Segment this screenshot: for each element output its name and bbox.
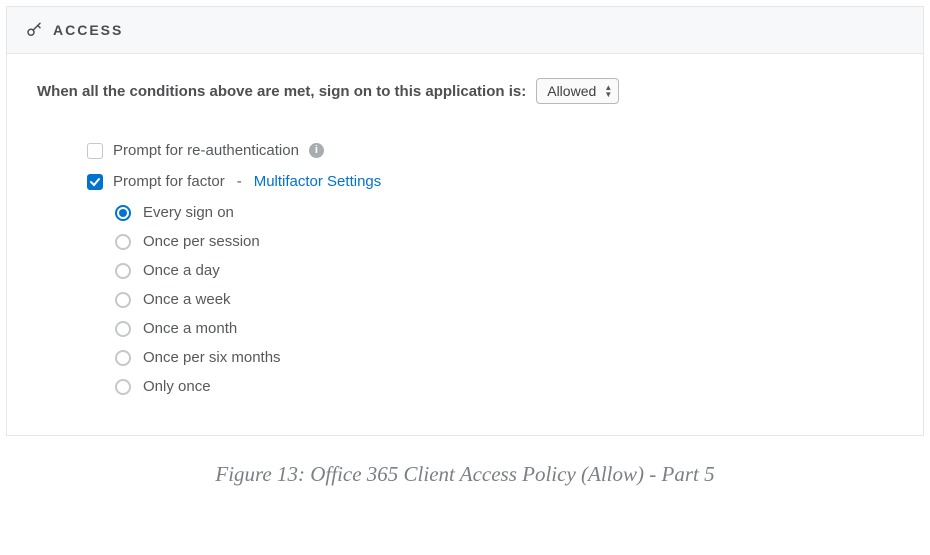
reauth-label: Prompt for re-authentication (113, 142, 299, 159)
reauth-checkbox[interactable] (87, 143, 103, 159)
radio-label: Only once (143, 378, 211, 395)
radio-once-a-week: Once a week (115, 291, 899, 308)
radio-once-per-six-months: Once per six months (115, 349, 899, 366)
radio-label: Once per six months (143, 349, 281, 366)
reauth-row: Prompt for re-authentication i (87, 142, 899, 159)
options-block: Prompt for re-authentication i Prompt fo… (37, 142, 899, 395)
panel-title: ACCESS (53, 22, 123, 38)
signon-label: When all the conditions above are met, s… (37, 83, 526, 100)
radio-input-once-a-week[interactable] (115, 292, 131, 308)
radio-label: Once a day (143, 262, 220, 279)
radio-input-every-sign-on[interactable] (115, 205, 131, 221)
factor-frequency-radios: Every sign on Once per session Once a da… (87, 204, 899, 395)
factor-label: Prompt for factor (113, 173, 225, 190)
radio-once-a-month: Once a month (115, 320, 899, 337)
info-icon[interactable]: i (309, 143, 324, 158)
radio-label: Once per session (143, 233, 260, 250)
radio-input-only-once[interactable] (115, 379, 131, 395)
radio-label: Once a week (143, 291, 231, 308)
signon-select-value: Allowed (547, 83, 596, 99)
radio-input-once-a-month[interactable] (115, 321, 131, 337)
radio-only-once: Only once (115, 378, 899, 395)
access-panel: ACCESS When all the conditions above are… (6, 6, 924, 436)
multifactor-settings-link[interactable]: Multifactor Settings (254, 173, 382, 190)
select-arrows-icon: ▲▼ (604, 84, 612, 98)
separator-dash: - (237, 173, 242, 190)
signon-row: When all the conditions above are met, s… (37, 78, 899, 104)
radio-every-sign-on: Every sign on (115, 204, 899, 221)
figure-caption: Figure 13: Office 365 Client Access Poli… (6, 462, 924, 487)
radio-once-a-day: Once a day (115, 262, 899, 279)
radio-input-once-per-session[interactable] (115, 234, 131, 250)
signon-select[interactable]: Allowed ▲▼ (536, 78, 619, 104)
factor-checkbox[interactable] (87, 174, 103, 190)
panel-body: When all the conditions above are met, s… (7, 54, 923, 435)
factor-row: Prompt for factor - Multifactor Settings (87, 173, 899, 190)
radio-input-once-a-day[interactable] (115, 263, 131, 279)
radio-once-per-session: Once per session (115, 233, 899, 250)
radio-label: Every sign on (143, 204, 234, 221)
radio-label: Once a month (143, 320, 237, 337)
key-icon (25, 21, 43, 39)
radio-input-once-per-six-months[interactable] (115, 350, 131, 366)
panel-header: ACCESS (7, 7, 923, 54)
